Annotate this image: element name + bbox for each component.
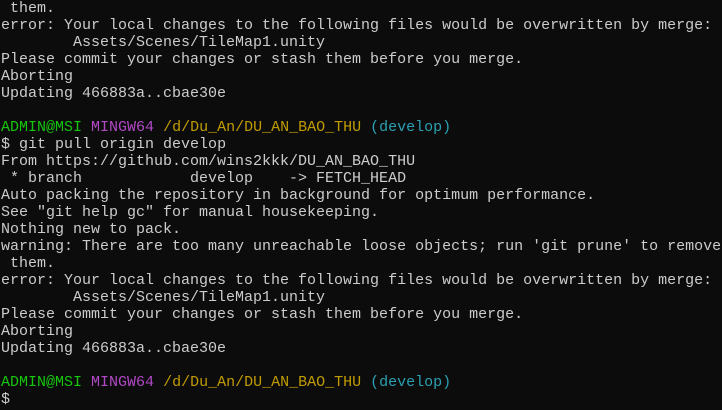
error-line: error: Your local changes to the followi… (1, 17, 713, 34)
output-line: them. (1, 255, 56, 272)
prompt-path: /d/Du_An/DU_AN_BAO_THU (163, 119, 362, 136)
output-line: Please commit your changes or stash them… (1, 306, 524, 323)
file-path-line: Assets/Scenes/TileMap1.unity (1, 34, 326, 51)
command-text: git pull origin develop (19, 136, 227, 153)
prompt-system: MINGW64 (91, 374, 155, 391)
command-line: $ git pull origin develop (1, 136, 722, 153)
output-line: Updating 466883a..cbae30e (1, 85, 227, 102)
input-line[interactable]: $ (1, 391, 722, 408)
terminal-output[interactable]: them. error: Your local changes to the f… (0, 0, 722, 408)
file-path-line: Assets/Scenes/TileMap1.unity (1, 289, 326, 306)
output-line: Nothing new to pack. (1, 221, 182, 238)
prompt-path: /d/Du_An/DU_AN_BAO_THU (163, 374, 362, 391)
output-line: Auto packing the repository in backgroun… (1, 187, 596, 204)
prompt-symbol: $ (1, 136, 11, 153)
output-line: * branch develop -> FETCH_HEAD (1, 170, 407, 187)
prompt-user: ADMIN@MSI (1, 374, 83, 391)
prompt-system: MINGW64 (91, 119, 155, 136)
prompt-branch: (develop) (370, 374, 452, 391)
output-line: From https://github.com/wins2kkk/DU_AN_B… (1, 153, 416, 170)
warning-line: warning: There are too many unreachable … (1, 238, 722, 255)
output-line: See "git help gc" for manual housekeepin… (1, 204, 380, 221)
output-line: Updating 466883a..cbae30e (1, 340, 227, 357)
output-line: Aborting (1, 323, 74, 340)
output-line: Please commit your changes or stash them… (1, 51, 524, 68)
prompt-line: ADMIN@MSI MINGW64 /d/Du_An/DU_AN_BAO_THU… (1, 374, 722, 391)
output-line: them. (1, 0, 56, 17)
error-line: error: Your local changes to the followi… (1, 272, 713, 289)
prompt-line: ADMIN@MSI MINGW64 /d/Du_An/DU_AN_BAO_THU… (1, 119, 722, 136)
prompt-branch: (develop) (370, 119, 452, 136)
prompt-user: ADMIN@MSI (1, 119, 83, 136)
output-line: Aborting (1, 68, 74, 85)
prompt-symbol: $ (1, 391, 11, 408)
